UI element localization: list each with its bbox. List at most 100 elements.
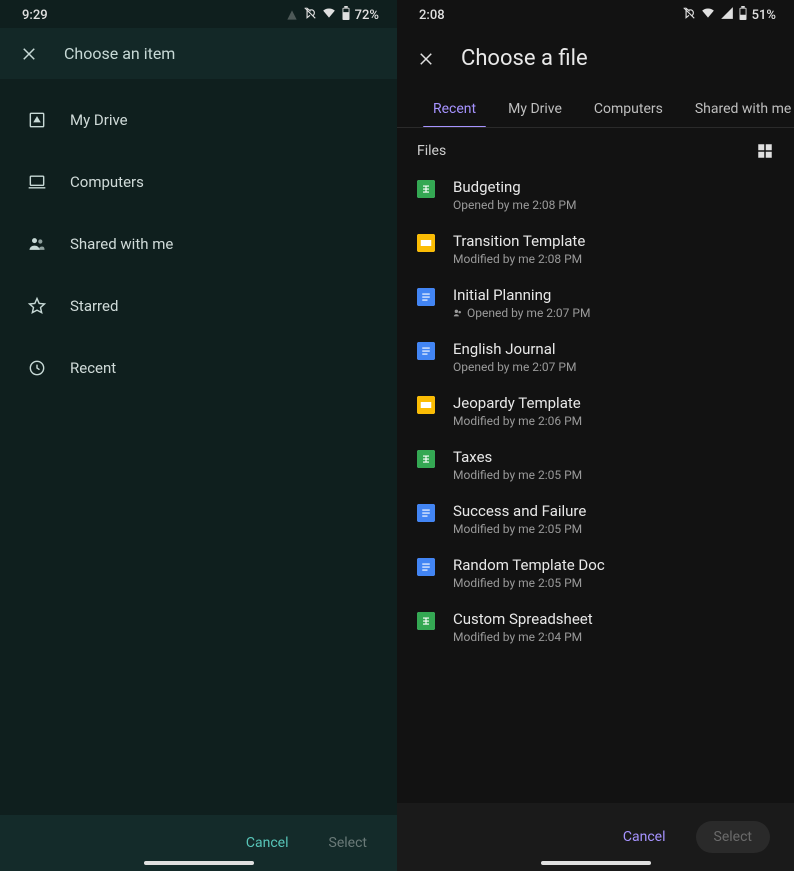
wifi-icon [700,6,716,24]
doc-file-icon [417,288,435,306]
slide-file-icon [417,396,435,414]
file-meta: Modified by me 2:06 PM [453,414,582,428]
status-bar: 9:29 72% [0,0,397,28]
file-name: Random Template Doc [453,556,605,574]
source-item-star[interactable]: Starred [0,275,397,337]
clock-icon [26,357,48,379]
sheet-file-icon [417,450,435,468]
file-name: Initial Planning [453,286,590,304]
file-text: Initial Planning Opened by me 2:07 PM [453,286,590,320]
nav-indicator [541,861,651,865]
file-text: Budgeting Opened by me 2:08 PM [453,178,576,212]
star-icon [26,295,48,317]
slide-file-icon [417,234,435,252]
clock-text: 9:29 [22,8,48,23]
file-name: Transition Template [453,232,585,250]
file-text: Random Template Doc Modified by me 2:05 P… [453,556,605,590]
files-header: Files [397,128,794,168]
file-meta: Modified by me 2:05 PM [453,576,605,590]
doc-file-icon [417,558,435,576]
file-item[interactable]: Budgeting Opened by me 2:08 PM [397,168,794,222]
file-item[interactable]: Taxes Modified by me 2:05 PM [397,438,794,492]
laptop-icon [26,171,48,193]
files-heading: Files [417,143,446,159]
source-item-clock[interactable]: Recent [0,337,397,399]
source-item-laptop[interactable]: Computers [0,151,397,213]
signal-icon [720,6,734,24]
file-text: Custom Spreadsheet Modified by me 2:04 PM [453,610,593,644]
file-name: Jeopardy Template [453,394,582,412]
file-meta: Modified by me 2:08 PM [453,252,585,266]
header: Choose an item [0,28,397,79]
status-bar: 2:08 51% [397,0,794,28]
grid-view-icon[interactable] [756,142,774,160]
source-list: My Drive Computers Shared with me Starred Re… [0,79,397,815]
file-text: Transition Template Modified by me 2:08 P… [453,232,585,266]
doc-file-icon [417,342,435,360]
status-icons-right: 51% [682,6,776,24]
file-item[interactable]: Success and FailureModified by me 2:05 P… [397,492,794,546]
close-icon[interactable] [20,45,38,63]
close-icon[interactable] [417,50,435,68]
vibrate-icon [682,6,696,24]
file-item[interactable]: Transition Template Modified by me 2:08 P… [397,222,794,276]
nav-indicator [144,861,254,865]
file-meta: Modified by me 2:04 PM [453,630,593,644]
signal-mute-icon [285,8,299,22]
status-icons-right: 72% [285,6,379,24]
file-text: Success and FailureModified by me 2:05 P… [453,502,586,536]
file-meta: Opened by me 2:07 PM [453,360,576,374]
battery-icon [738,6,748,24]
file-text: English Journal Opened by me 2:07 PM [453,340,576,374]
select-button[interactable]: Select [696,821,770,853]
source-label: Computers [70,173,144,191]
file-list: Budgeting Opened by me 2:08 PM Transition … [397,168,794,803]
file-meta: Opened by me 2:08 PM [453,198,576,212]
file-meta: Modified by me 2:05 PM [453,468,582,482]
source-label: Starred [70,297,118,315]
tab-bar: RecentMy DriveComputersShared with me [397,89,794,128]
tab-my-drive[interactable]: My Drive [492,89,578,127]
source-label: Recent [70,359,116,377]
file-meta: Opened by me 2:07 PM [453,306,590,320]
source-label: My Drive [70,111,128,129]
tab-computers[interactable]: Computers [578,89,679,127]
battery-text: 72% [355,8,379,23]
file-text: Taxes Modified by me 2:05 PM [453,448,582,482]
source-item-people[interactable]: Shared with me [0,213,397,275]
battery-text: 51% [752,8,776,23]
wifi-icon [321,6,337,24]
doc-file-icon [417,504,435,522]
vibrate-icon [303,6,317,24]
header: Choose a file [397,28,794,89]
file-text: Jeopardy Template Modified by me 2:06 PM [453,394,582,428]
tab-shared-with-me[interactable]: Shared with me [679,89,794,127]
drive-icon [26,109,48,131]
source-item-drive[interactable]: My Drive [0,89,397,151]
page-title: Choose a file [461,46,588,71]
pane-choose-item: 9:29 72% Choose an item My Drive Computer… [0,0,397,871]
cancel-button[interactable]: Cancel [246,835,289,851]
pane-choose-file: 2:08 51% Choose a file RecentMy DriveCom… [397,0,794,871]
file-item[interactable]: Random Template Doc Modified by me 2:05 P… [397,546,794,600]
file-name: Budgeting [453,178,576,196]
file-meta: Modified by me 2:05 PM [453,522,586,536]
file-item[interactable]: Custom Spreadsheet Modified by me 2:04 PM [397,600,794,654]
page-title: Choose an item [64,44,175,63]
file-name: Custom Spreadsheet [453,610,593,628]
shared-icon [453,308,463,318]
file-item[interactable]: Initial Planning Opened by me 2:07 PM [397,276,794,330]
file-name: Taxes [453,448,582,466]
cancel-button[interactable]: Cancel [611,821,678,853]
file-name: English Journal [453,340,576,358]
battery-icon [341,6,351,24]
source-label: Shared with me [70,235,173,253]
clock-text: 2:08 [419,8,445,23]
sheet-file-icon [417,180,435,198]
file-item[interactable]: Jeopardy Template Modified by me 2:06 PM [397,384,794,438]
select-button[interactable]: Select [329,835,367,851]
file-item[interactable]: English Journal Opened by me 2:07 PM [397,330,794,384]
sheet-file-icon [417,612,435,630]
people-icon [26,233,48,255]
tab-recent[interactable]: Recent [417,89,492,127]
